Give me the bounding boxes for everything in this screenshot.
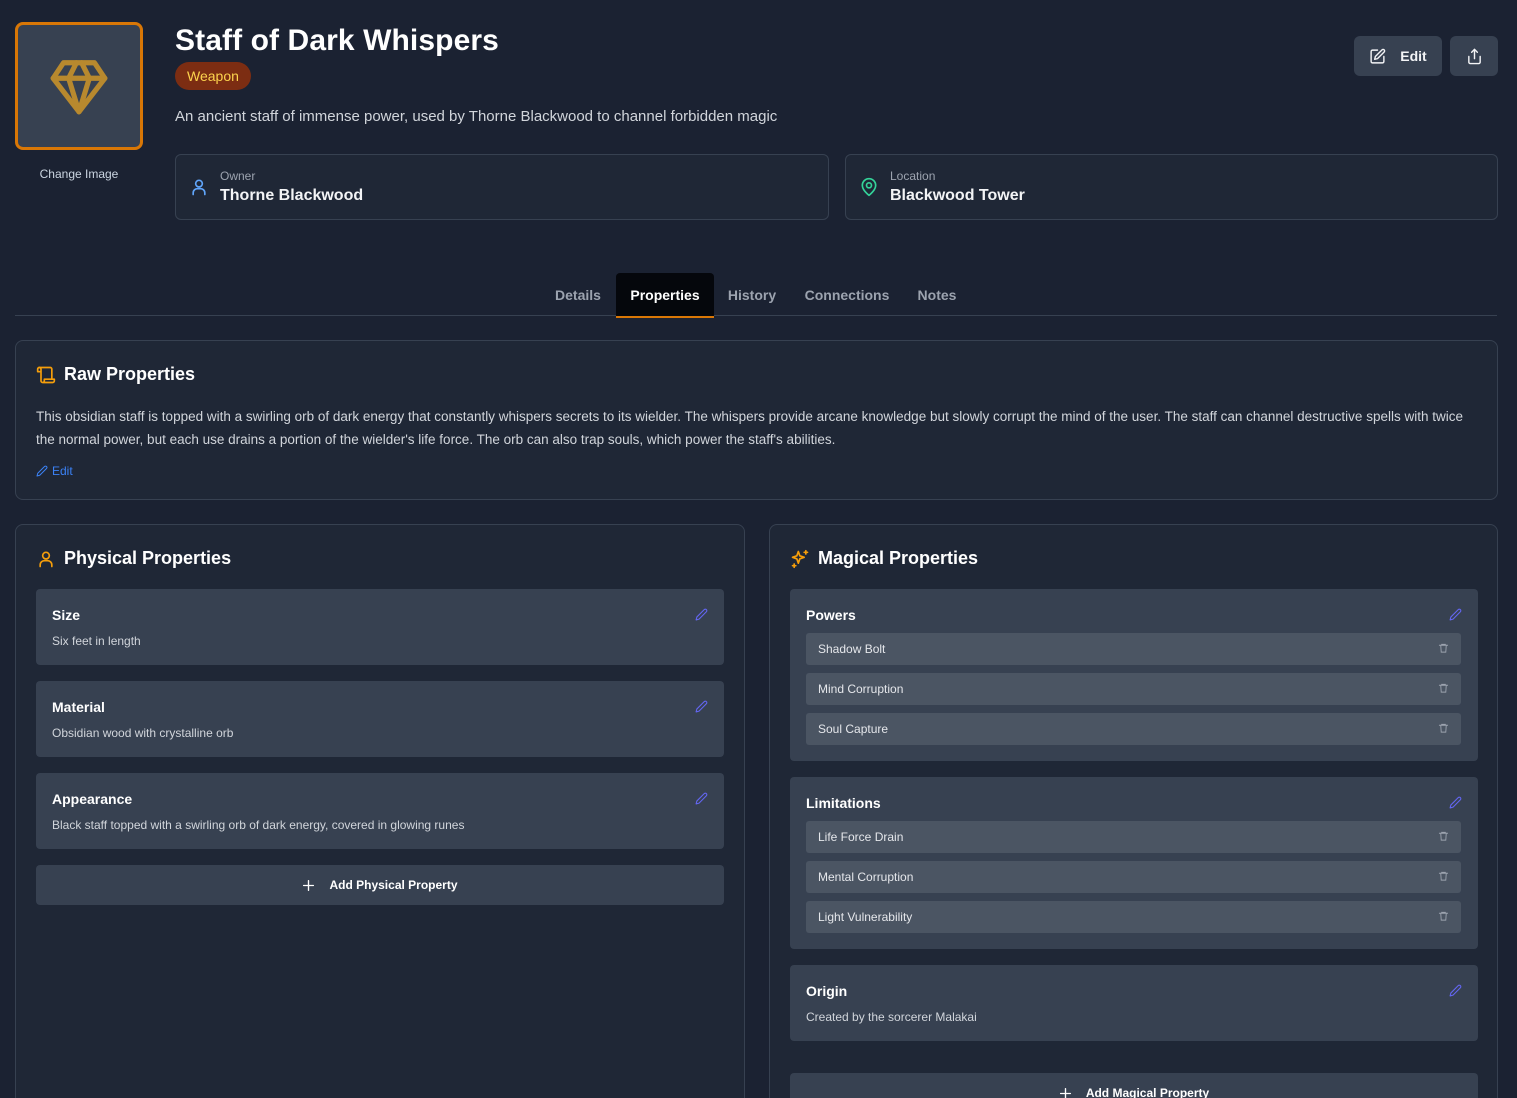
- trash-icon[interactable]: [1438, 870, 1449, 882]
- property-name: Appearance: [52, 791, 133, 807]
- owner-value: Thorne Blackwood: [220, 187, 364, 204]
- list-item: Mind Corruption: [806, 673, 1461, 705]
- change-image-button[interactable]: Change Image: [15, 167, 143, 181]
- raw-edit-label: Edit: [52, 464, 73, 478]
- list-item: Light Vulnerability: [806, 901, 1461, 933]
- share-button[interactable]: [1450, 36, 1498, 76]
- list-item-label: Life Force Drain: [818, 830, 904, 844]
- property-card-appearance: Appearance Black staff topped with a swi…: [36, 773, 724, 849]
- list-item-label: Mental Corruption: [818, 870, 914, 884]
- property-card-material: Material Obsidian wood with crystalline …: [36, 681, 724, 757]
- edit-icon: [1370, 48, 1386, 64]
- physical-properties-title: Physical Properties: [64, 548, 232, 568]
- magical-properties-title: Magical Properties: [818, 548, 979, 568]
- raw-edit-link[interactable]: Edit: [36, 464, 73, 478]
- raw-properties-panel: Raw Properties This obsidian staff is to…: [15, 340, 1498, 500]
- trash-icon[interactable]: [1438, 642, 1449, 654]
- item-description: An ancient staff of immense power, used …: [175, 108, 778, 125]
- list-item: Life Force Drain: [806, 821, 1461, 853]
- tab-notes[interactable]: Notes: [906, 273, 968, 318]
- location-value: Blackwood Tower: [890, 187, 1025, 204]
- property-value: Six feet in length: [52, 634, 141, 648]
- trash-icon[interactable]: [1438, 910, 1449, 922]
- user-icon: [39, 551, 53, 568]
- pencil-icon: [36, 465, 48, 477]
- property-value: Black staff topped with a swirling orb o…: [52, 818, 465, 832]
- user-icon: [192, 179, 206, 196]
- pencil-icon[interactable]: [695, 792, 708, 805]
- magical-properties-panel: Magical Properties Powers Shadow Bolt Mi…: [769, 524, 1498, 1098]
- pencil-icon[interactable]: [695, 700, 708, 713]
- raw-properties-title: Raw Properties: [64, 364, 196, 384]
- property-name: Origin: [806, 983, 848, 999]
- trash-icon[interactable]: [1438, 722, 1449, 734]
- sparkles-icon: [791, 549, 809, 569]
- list-item: Shadow Bolt: [806, 633, 1461, 665]
- add-magical-property-label: Add Magical Property: [1085, 1086, 1210, 1098]
- gem-icon: [50, 60, 108, 115]
- property-card-powers: Powers Shadow Bolt Mind Corruption Soul …: [790, 589, 1478, 761]
- property-card-size: Size Six feet in length: [36, 589, 724, 665]
- owner-label: Owner: [220, 169, 256, 183]
- tab-bar: Details Properties History Connections N…: [15, 273, 1497, 318]
- list-item-label: Shadow Bolt: [818, 642, 886, 656]
- list-item-label: Mind Corruption: [818, 682, 904, 696]
- map-pin-icon: [861, 177, 877, 197]
- property-card-limitations: Limitations Life Force Drain Mental Corr…: [790, 777, 1478, 949]
- property-value: Created by the sorcerer Malakai: [806, 1010, 977, 1024]
- tab-properties[interactable]: Properties: [616, 273, 714, 318]
- raw-properties-text: This obsidian staff is topped with a swi…: [36, 409, 1463, 447]
- property-name: Limitations: [806, 795, 881, 811]
- add-physical-property-button[interactable]: Add Physical Property: [36, 865, 724, 905]
- add-magical-property-button[interactable]: Add Magical Property: [790, 1073, 1478, 1098]
- location-label: Location: [890, 169, 936, 183]
- scroll-icon: [36, 366, 56, 384]
- property-card-origin: Origin Created by the sorcerer Malakai: [790, 965, 1478, 1041]
- physical-properties-panel: Physical Properties Size Six feet in len…: [15, 524, 745, 1098]
- property-value: Obsidian wood with crystalline orb: [52, 726, 234, 740]
- trash-icon[interactable]: [1438, 682, 1449, 694]
- item-image[interactable]: [15, 22, 143, 150]
- trash-icon[interactable]: [1438, 830, 1449, 842]
- location-card[interactable]: Location Blackwood Tower: [845, 154, 1498, 220]
- edit-button-label: Edit: [1400, 48, 1427, 64]
- list-item: Soul Capture: [806, 713, 1461, 745]
- owner-card[interactable]: Owner Thorne Blackwood: [175, 154, 829, 220]
- property-name: Size: [52, 607, 81, 623]
- plus-icon: [1059, 1087, 1071, 1098]
- pencil-icon[interactable]: [1449, 984, 1462, 997]
- pencil-icon[interactable]: [695, 608, 708, 621]
- add-physical-property-label: Add Physical Property: [329, 878, 458, 892]
- item-detail-page: Change Image Staff of Dark Whispers Weap…: [0, 0, 1517, 1098]
- pencil-icon[interactable]: [1449, 796, 1462, 809]
- tab-history[interactable]: History: [716, 273, 788, 318]
- property-name: Powers: [806, 607, 856, 623]
- share-icon: [1467, 48, 1481, 64]
- list-item-label: Light Vulnerability: [818, 910, 913, 924]
- list-item-label: Soul Capture: [818, 722, 889, 736]
- page-title: Staff of Dark Whispers: [175, 24, 499, 57]
- type-badge: Weapon: [175, 62, 251, 90]
- tab-connections[interactable]: Connections: [794, 273, 900, 318]
- edit-button[interactable]: Edit: [1354, 36, 1442, 76]
- property-name: Material: [52, 699, 105, 715]
- list-item: Mental Corruption: [806, 861, 1461, 893]
- pencil-icon[interactable]: [1449, 608, 1462, 621]
- plus-icon: [303, 879, 315, 891]
- tab-details[interactable]: Details: [542, 273, 614, 318]
